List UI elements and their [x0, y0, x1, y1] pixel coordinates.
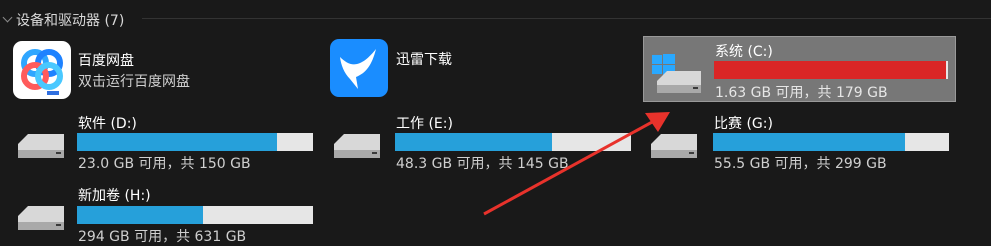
capacity-fill — [713, 133, 906, 151]
drive-tile-d[interactable]: 软件 (D:) 23.0 GB 可用，共 150 GB — [10, 110, 320, 174]
drive-name: 比赛 (G:) — [714, 116, 773, 132]
drive-tile-h[interactable]: 新加卷 (H:) 294 GB 可用，共 631 GB — [10, 182, 320, 246]
app-tile-thunder[interactable]: 迅雷下载 — [326, 38, 626, 102]
windows-drive-icon — [649, 51, 705, 93]
thunder-download-icon — [330, 39, 388, 97]
drive-tile-g[interactable]: 比赛 (G:) 55.5 GB 可用，共 299 GB — [643, 110, 953, 174]
capacity-fill — [77, 206, 204, 224]
app-tile-baidu[interactable]: 百度网盘 双击运行百度网盘 — [10, 38, 310, 102]
capacity-bar — [395, 133, 631, 151]
drive-name: 新加卷 (H:) — [78, 188, 151, 204]
capacity-fill — [77, 133, 277, 151]
capacity-bar — [714, 61, 948, 79]
app-subtitle: 双击运行百度网盘 — [78, 74, 190, 90]
drive-space: 294 GB 可用，共 631 GB — [78, 229, 247, 245]
group-title: 设备和驱动器 (7) — [16, 13, 125, 29]
capacity-bar — [77, 133, 313, 151]
capacity-fill — [714, 61, 946, 79]
drive-tile-e[interactable]: 工作 (E:) 48.3 GB 可用，共 145 GB — [326, 110, 636, 174]
capacity-bar — [77, 206, 313, 224]
drive-space: 23.0 GB 可用，共 150 GB — [78, 156, 251, 172]
baidu-netdisk-icon — [13, 41, 71, 99]
drive-space: 55.5 GB 可用，共 299 GB — [714, 156, 887, 172]
hard-drive-icon — [647, 128, 703, 168]
app-name: 百度网盘 — [78, 53, 134, 69]
hard-drive-icon — [14, 128, 70, 168]
drive-tile-c[interactable]: 系统 (C:) 1.63 GB 可用，共 179 GB — [643, 36, 956, 102]
hard-drive-icon — [330, 128, 386, 168]
group-divider — [142, 18, 991, 19]
chevron-down-icon[interactable] — [2, 12, 13, 23]
app-name: 迅雷下载 — [396, 52, 452, 68]
drive-name: 软件 (D:) — [78, 116, 137, 132]
capacity-bar — [713, 133, 949, 151]
drive-name: 系统 (C:) — [715, 44, 773, 60]
drive-name: 工作 (E:) — [396, 116, 453, 132]
group-header[interactable]: 设备和驱动器 (7) — [0, 0, 991, 36]
drive-space: 48.3 GB 可用，共 145 GB — [396, 156, 569, 172]
capacity-fill — [395, 133, 553, 151]
drive-space: 1.63 GB 可用，共 179 GB — [715, 85, 888, 101]
hard-drive-icon — [14, 200, 70, 240]
